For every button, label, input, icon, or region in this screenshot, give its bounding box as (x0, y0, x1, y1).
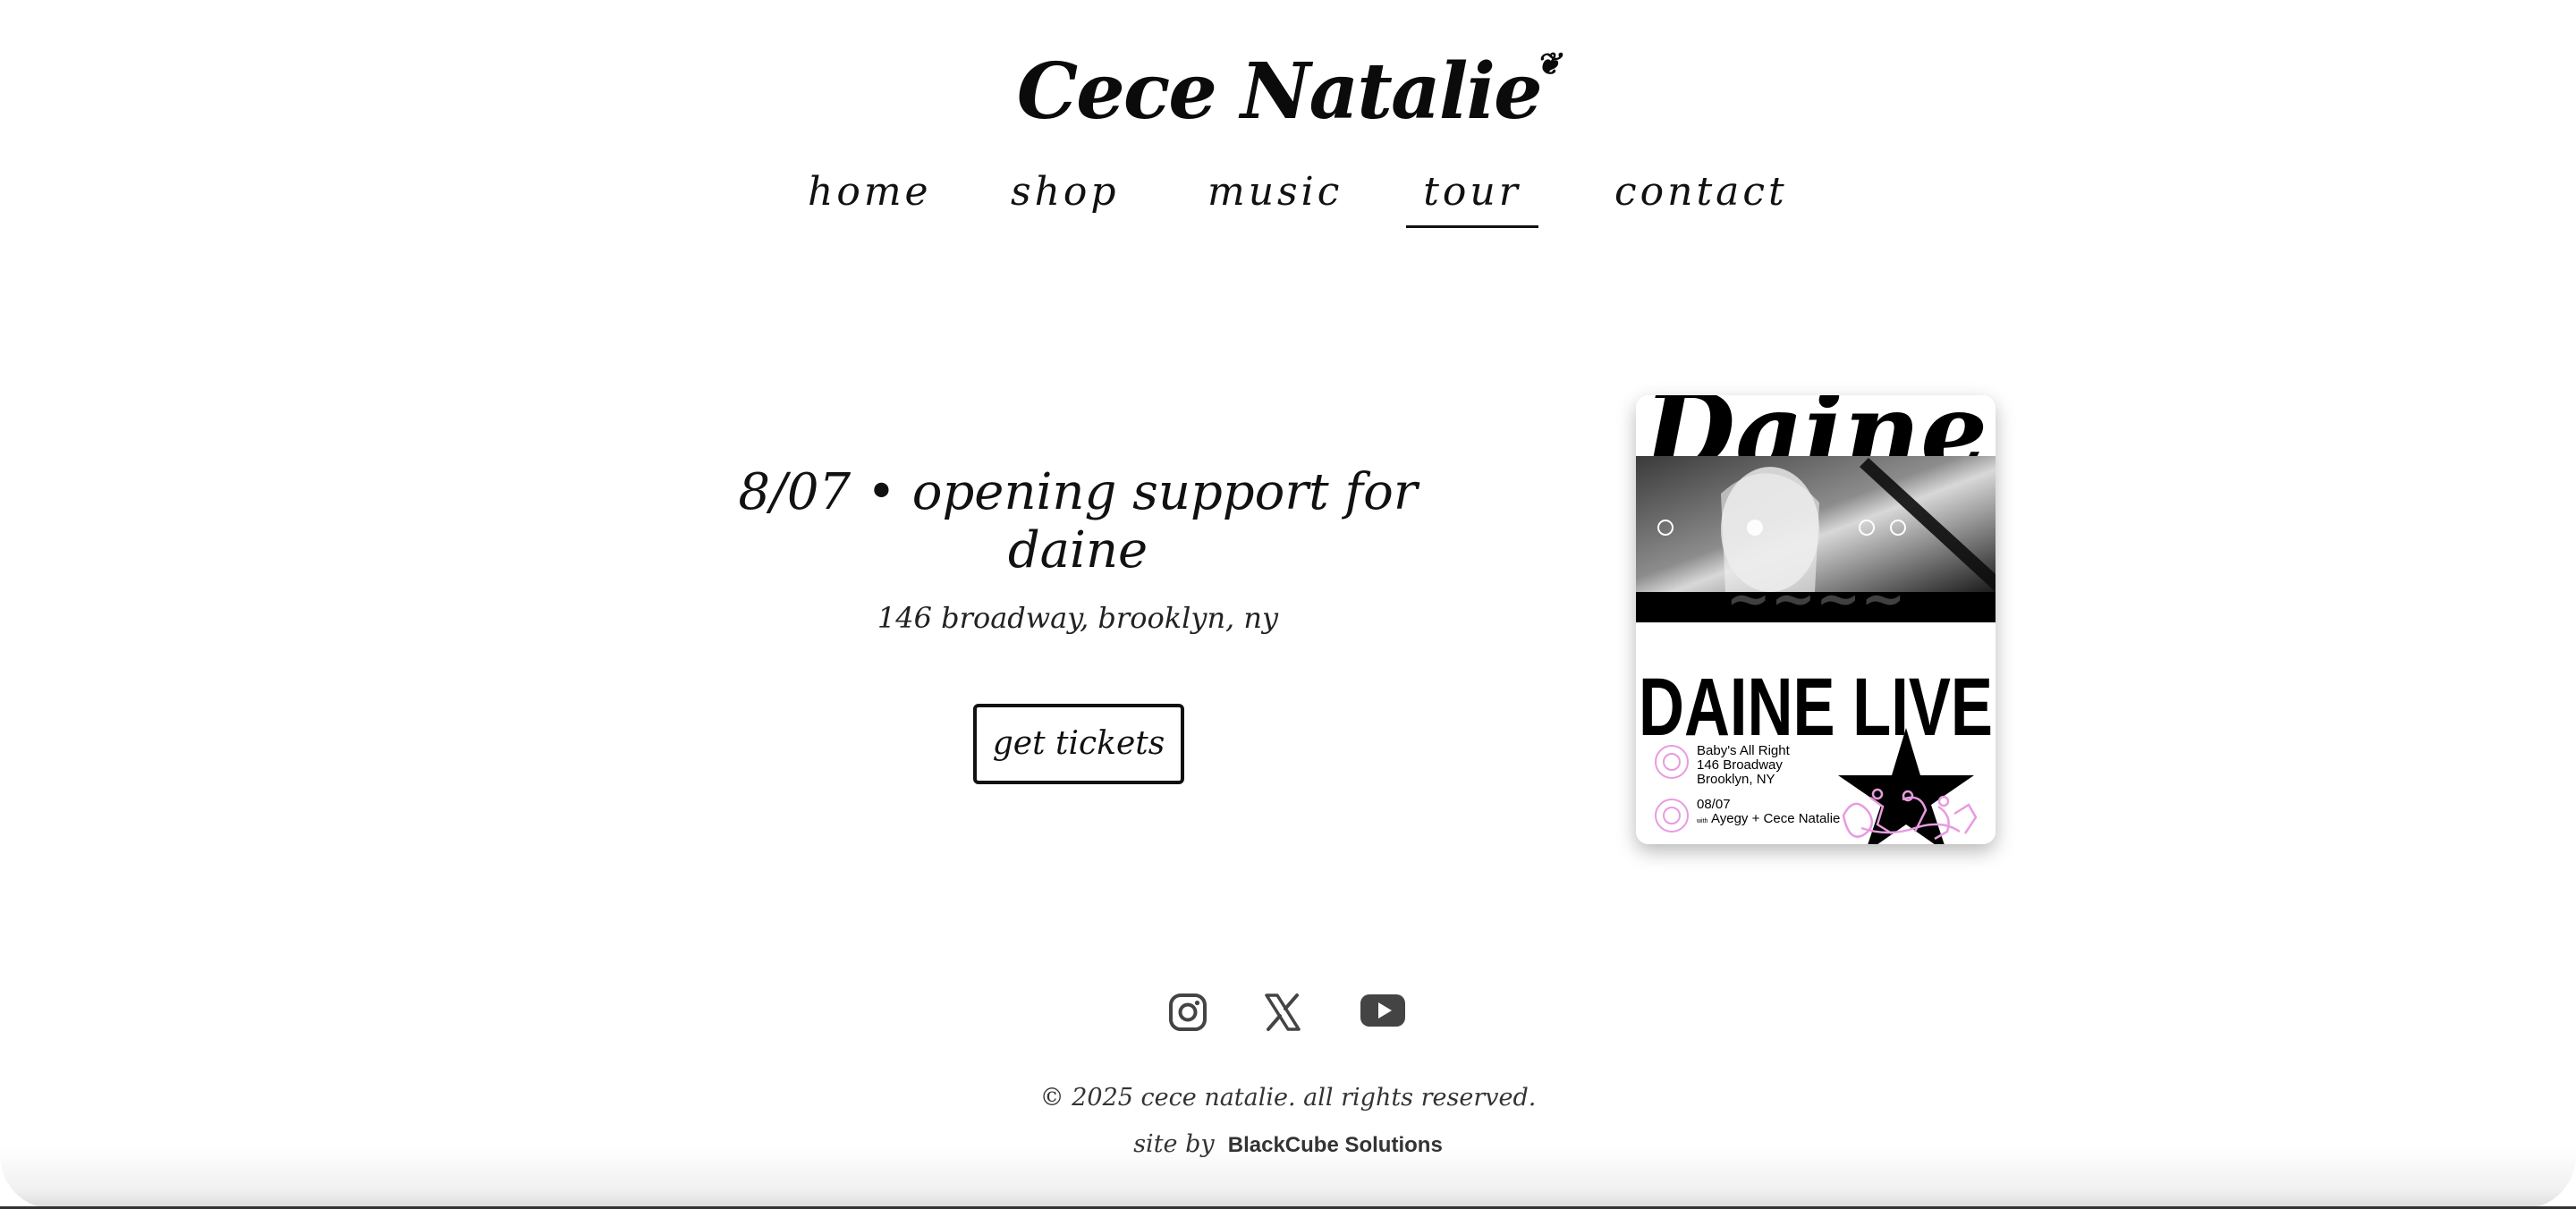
nav-home[interactable]: home (808, 159, 928, 225)
site-title: Cece Natalie (1016, 46, 1543, 137)
svg-text:~~~~: ~~~~ (1725, 568, 1905, 630)
poster-venue-street: 146 Broadway (1697, 757, 1783, 773)
event-address: 146 broadway, brooklyn, ny (877, 601, 1279, 635)
leaf-icon: ❦ (1535, 46, 1561, 82)
nav-music[interactable]: music (1208, 159, 1339, 225)
nav-tour[interactable]: tour (1406, 159, 1538, 228)
page-bottom-shadow (0, 1146, 2576, 1209)
poster-with-acts: Ayegy + Cece Natalie (1711, 811, 1840, 826)
social-links (0, 993, 2576, 1039)
copyright-text: © 2025 cece natalie. all rights reserved… (1039, 1084, 1537, 1112)
poster-date: 08/07 (1697, 797, 1731, 812)
poster-title: DAINE LIVE (1639, 662, 1993, 753)
poster-with-prefix: with (1696, 818, 1708, 824)
event-headline: 8/07 • opening support for daine (738, 463, 1418, 579)
instagram-icon[interactable] (1168, 993, 1208, 1032)
nav-contact[interactable]: contact (1614, 159, 1784, 225)
site-logo[interactable]: Cece Natalie❦ (0, 46, 2576, 137)
youtube-icon[interactable] (1360, 993, 1406, 1028)
x-icon[interactable] (1263, 993, 1302, 1032)
main-nav: home shop music tour contact (0, 159, 2576, 231)
get-tickets-button[interactable]: get tickets (973, 704, 1184, 784)
nav-shop[interactable]: shop (1011, 159, 1118, 225)
poster-artwork: Daine ~~~~ DAINE LIVE Baby's All Right 1… (1636, 395, 1996, 844)
poster-venue-name: Baby's All Right (1697, 743, 1791, 758)
event-poster[interactable]: Daine ~~~~ DAINE LIVE Baby's All Right 1… (1636, 395, 1996, 844)
poster-venue-city: Brooklyn, NY (1697, 772, 1775, 787)
